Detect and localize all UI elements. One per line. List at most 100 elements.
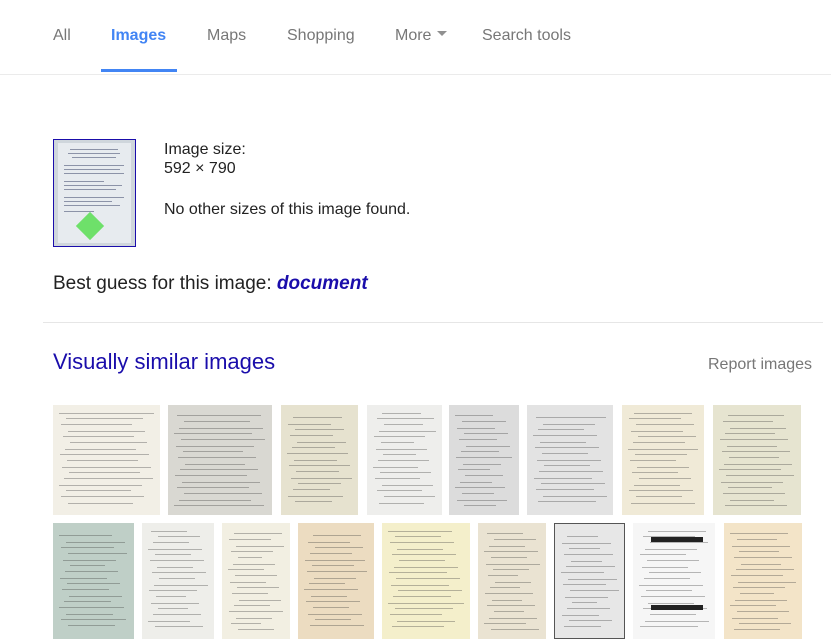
document-text-line <box>307 571 367 572</box>
document-text-line <box>721 482 783 483</box>
document-text-line <box>455 487 505 488</box>
similar-image-thumbnail[interactable] <box>168 405 272 515</box>
document-text-line <box>399 560 445 561</box>
document-text-line <box>159 578 195 579</box>
document-text-line <box>64 478 153 479</box>
document-text-line <box>723 493 785 494</box>
similar-image-thumbnail[interactable] <box>382 523 470 639</box>
document-text-line <box>533 435 597 436</box>
document-text-line <box>232 593 268 594</box>
tab-maps[interactable]: Maps <box>207 27 246 45</box>
document-text-line <box>736 569 794 570</box>
document-text-line <box>383 454 416 455</box>
document-text-line <box>63 436 134 437</box>
similar-image-thumbnail[interactable] <box>53 405 160 515</box>
document-text-line <box>485 593 533 594</box>
document-text-line <box>373 467 418 468</box>
redaction-bar <box>651 605 703 610</box>
similar-image-thumbnail[interactable] <box>713 405 801 515</box>
document-text-line <box>174 433 252 434</box>
document-text-line <box>729 457 779 458</box>
document-text-line <box>179 500 251 501</box>
tab-shopping[interactable]: Shopping <box>287 27 355 45</box>
similar-image-thumbnail[interactable] <box>478 523 546 639</box>
document-text-line <box>730 500 774 501</box>
document-text-line <box>289 465 350 466</box>
document-text-line <box>487 533 523 534</box>
tab-images[interactable]: Images <box>111 27 166 45</box>
image-size-value: 592 × 790 <box>164 160 236 177</box>
document-text-line <box>229 539 271 540</box>
query-image-thumbnail[interactable] <box>53 139 136 247</box>
document-text-line <box>395 536 441 537</box>
similar-image-thumbnail[interactable] <box>222 523 290 639</box>
document-text-line <box>295 429 344 430</box>
document-text-line <box>397 621 455 622</box>
similar-image-thumbnail[interactable] <box>281 405 358 515</box>
document-text-line <box>646 590 692 591</box>
document-text-line <box>68 553 127 554</box>
document-text-line <box>562 543 611 544</box>
document-text-line <box>392 626 444 627</box>
tab-all[interactable]: All <box>53 27 71 45</box>
document-text-line <box>151 531 187 532</box>
similar-image-thumbnail[interactable] <box>53 523 134 639</box>
document-text-line <box>239 600 281 601</box>
document-text-line <box>377 418 434 419</box>
similar-image-thumbnail[interactable] <box>554 523 625 639</box>
document-text-line <box>455 415 493 416</box>
document-text-line <box>67 583 120 584</box>
document-text-line <box>728 487 772 488</box>
document-text-line <box>304 589 358 590</box>
tab-search-tools[interactable]: Search tools <box>482 27 571 45</box>
document-text-line <box>739 623 791 624</box>
document-text-line <box>730 605 776 606</box>
tab-more[interactable]: More <box>395 27 448 45</box>
visually-similar-title[interactable]: Visually similar images <box>53 349 275 375</box>
document-text-line <box>287 453 348 454</box>
similar-image-thumbnail[interactable] <box>449 405 519 515</box>
report-images-link[interactable]: Report images <box>708 356 812 374</box>
similar-image-thumbnail[interactable] <box>622 405 704 515</box>
best-guess-link[interactable]: document <box>277 273 368 294</box>
image-size-label: Image size: <box>164 141 246 158</box>
document-text-line <box>639 478 691 479</box>
similar-image-thumbnail[interactable] <box>724 523 802 639</box>
document-text-line <box>734 557 792 558</box>
document-text-line <box>493 569 529 570</box>
document-text-line <box>174 505 264 506</box>
document-text-line <box>233 564 275 565</box>
document-text-line <box>571 561 602 562</box>
document-text-line <box>294 460 337 461</box>
document-text-line <box>566 566 615 567</box>
document-text-line <box>461 451 499 452</box>
document-text-line <box>61 547 114 548</box>
document-text-line <box>738 582 796 583</box>
document-text-line <box>722 451 790 452</box>
document-text-line <box>735 600 787 601</box>
document-text-line <box>462 421 506 422</box>
document-text-line <box>462 493 494 494</box>
similar-image-thumbnail[interactable] <box>367 405 442 515</box>
document-text-line <box>544 465 590 466</box>
document-text-line <box>295 501 332 502</box>
document-text-line <box>312 565 354 566</box>
document-text-line <box>494 539 536 540</box>
document-text-line <box>59 607 124 608</box>
document-text-line <box>379 503 424 504</box>
document-text-line <box>649 572 701 573</box>
document-text-line <box>647 560 699 561</box>
document-text-line <box>391 585 449 586</box>
similar-image-thumbnail[interactable] <box>527 405 613 515</box>
document-text-line <box>464 505 496 506</box>
document-text-line <box>458 469 490 470</box>
document-text-line <box>236 618 272 619</box>
document-text-line <box>635 454 687 455</box>
similar-image-thumbnail[interactable] <box>298 523 374 639</box>
similar-image-thumbnail[interactable] <box>633 523 715 639</box>
tab-more-label: More <box>395 27 432 44</box>
document-text-line <box>538 429 584 430</box>
similar-image-thumbnail[interactable] <box>142 523 214 639</box>
document-text-line <box>642 567 688 568</box>
document-text-line <box>650 542 708 543</box>
